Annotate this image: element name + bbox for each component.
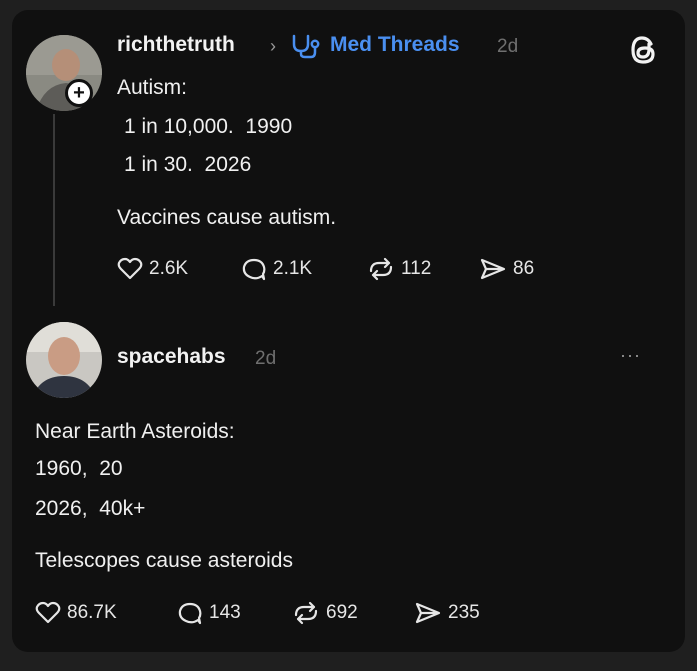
send-icon xyxy=(480,258,506,280)
like-button[interactable]: 2.6K xyxy=(117,257,188,281)
threads-logo-icon[interactable] xyxy=(624,30,664,75)
comment-count: 143 xyxy=(209,602,241,623)
repost-icon xyxy=(294,601,318,625)
post-text-line: Near Earth Asteroids: xyxy=(35,420,235,443)
post-text-line: Autism: xyxy=(117,76,188,99)
chevron-right-icon: › xyxy=(270,36,276,56)
comment-button[interactable]: 2.1K xyxy=(241,257,312,281)
post-statement: Vaccines cause autism. xyxy=(117,206,337,229)
post-statement: Telescopes cause asteroids xyxy=(35,549,293,572)
repost-button[interactable]: 112 xyxy=(367,257,431,281)
post-text-line: 1 in 30. 2026 xyxy=(124,153,252,176)
comment-count: 2.1K xyxy=(273,258,313,279)
share-button[interactable]: 86 xyxy=(479,257,534,281)
comment-icon xyxy=(242,258,266,281)
heart-icon xyxy=(117,257,143,280)
thread-connector-line xyxy=(53,114,55,306)
share-count: 86 xyxy=(513,258,535,279)
username-spacehabs[interactable]: spacehabs xyxy=(117,345,226,369)
channel-med-threads[interactable]: Med Threads xyxy=(330,33,460,57)
follow-plus-icon[interactable]: + xyxy=(65,79,93,107)
post-time: 2d xyxy=(497,36,519,57)
share-count: 235 xyxy=(448,602,480,623)
like-button[interactable]: 86.7K xyxy=(35,601,117,625)
repost-icon xyxy=(369,257,393,281)
post-time: 2d xyxy=(255,348,277,369)
repost-count: 112 xyxy=(401,258,432,279)
stethoscope-icon xyxy=(291,33,325,64)
comment-button[interactable]: 143 xyxy=(177,601,241,625)
post-text-line: 1 in 10,000. 1990 xyxy=(124,115,293,138)
repost-button[interactable]: 692 xyxy=(292,601,358,625)
like-count: 2.6K xyxy=(149,258,189,279)
send-icon xyxy=(415,602,441,624)
avatar-spacehabs[interactable] xyxy=(26,322,102,398)
post-text-line: 2026, 40k+ xyxy=(35,497,146,520)
heart-icon xyxy=(35,601,61,624)
post-text-line: 1960, 20 xyxy=(35,457,123,480)
like-count: 86.7K xyxy=(67,602,117,623)
comment-icon xyxy=(178,602,202,625)
more-options-icon[interactable]: ··· xyxy=(620,345,641,366)
repost-count: 692 xyxy=(326,602,358,623)
share-button[interactable]: 235 xyxy=(414,601,480,625)
username-richthetruth[interactable]: richthetruth xyxy=(117,33,235,57)
